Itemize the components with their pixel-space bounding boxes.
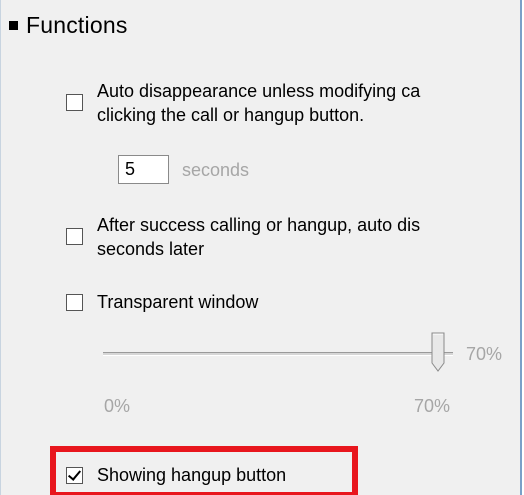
transparent-window-label: Transparent window	[97, 292, 259, 312]
functions-panel: Functions Auto disappearance unless modi…	[0, 0, 522, 495]
highlight-frame	[50, 446, 358, 495]
section-header: Functions	[9, 12, 128, 39]
transparency-slider-thumb[interactable]	[431, 332, 445, 372]
delay-seconds-input[interactable]: 5	[118, 155, 169, 184]
auto-disappear-label-line2: clicking the call or hangup button.	[97, 105, 365, 125]
delay-seconds-unit: seconds	[182, 160, 250, 180]
after-success-label-line1: After success calling or hangup, auto di…	[97, 215, 421, 235]
transparency-min-label: 0%	[104, 396, 131, 416]
section-title: Functions	[26, 12, 128, 38]
square-bullet-icon	[9, 21, 18, 30]
after-success-checkbox[interactable]	[66, 228, 83, 245]
transparent-window-checkbox[interactable]	[66, 294, 83, 311]
transparency-slider-track[interactable]	[103, 352, 453, 356]
after-success-label-line2: seconds later	[97, 239, 205, 259]
transparency-max-label: 70%	[414, 396, 451, 416]
transparency-value-label: 70%	[466, 344, 503, 364]
auto-disappear-label-line1: Auto disappearance unless modifying ca	[97, 81, 421, 101]
auto-disappear-checkbox[interactable]	[66, 94, 83, 111]
